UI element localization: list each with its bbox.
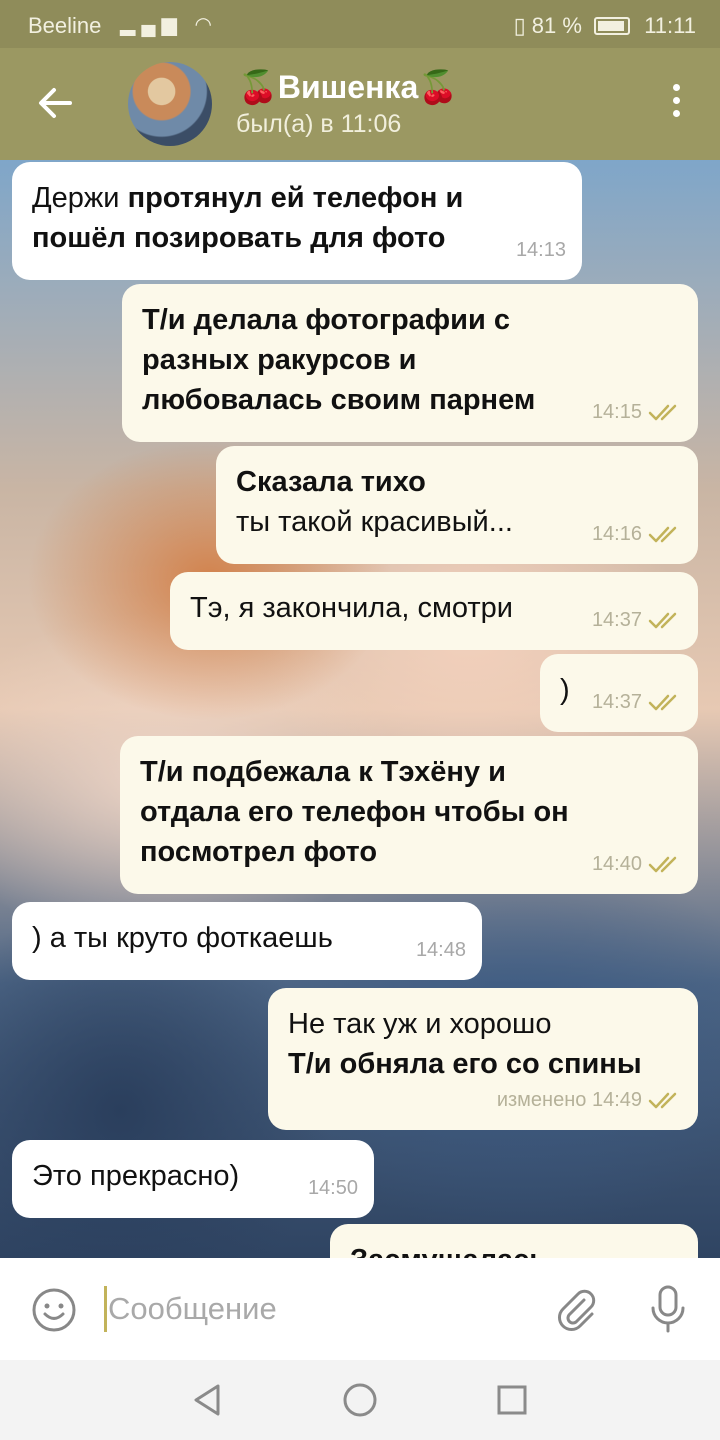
message-text-segment: Не так уж и хорошо [288, 1008, 552, 1040]
outgoing-message[interactable]: Т/и делала фотографии с разных ракурсов … [122, 284, 698, 442]
double-check-icon [642, 691, 682, 713]
status-icons: ▂▄▆ ◠ [120, 12, 218, 37]
avatar[interactable] [128, 62, 212, 146]
message-composer [0, 1258, 720, 1360]
nav-recents-icon[interactable] [496, 1382, 528, 1418]
incoming-message[interactable]: ) а ты круто фоткаешь 14:48 [12, 902, 482, 980]
message-timestamp: 14:13 [516, 230, 566, 270]
double-check-icon [642, 523, 682, 545]
wifi-icon: ◠ [194, 14, 218, 36]
outgoing-message[interactable]: Сказала тихо ты такой красивый... 14:16 [216, 446, 698, 564]
message-time: 14:40 [591, 853, 642, 875]
double-check-icon [642, 1089, 682, 1111]
outgoing-message[interactable]: Тэ, я закончила, смотри 14:37 [170, 572, 698, 650]
status-bar: Beeline ▂▄▆ ◠ ▯ 81 % 11:11 [0, 0, 720, 48]
message-timestamp: 14:15 [592, 392, 682, 432]
message-time: 14:50 [307, 1177, 358, 1199]
message-timestamp: 14:37 [592, 682, 682, 722]
message-text-segment: ) [560, 674, 570, 706]
message-text: Держи протянул ей телефон и пошёл позиро… [32, 178, 562, 258]
message-time: 14:37 [591, 609, 642, 631]
back-arrow-icon[interactable] [30, 78, 80, 128]
message-text-segment: Засмущалась [350, 1244, 547, 1258]
clock: 11:11 [644, 13, 696, 38]
text-cursor [104, 1286, 107, 1332]
nav-back-icon[interactable] [190, 1382, 226, 1418]
message-text-segment: Сказала тихо [236, 466, 426, 498]
message-timestamp: 14:37 [592, 600, 682, 640]
emoji-icon[interactable] [30, 1286, 78, 1334]
chat-area[interactable]: Держи протянул ей телефон и пошёл позиро… [0, 160, 720, 1258]
battery-percent: 81 % [531, 13, 582, 38]
outgoing-message[interactable]: Не так уж и хорошо Т/и обняла его со спин… [268, 988, 698, 1130]
battery-icon [594, 17, 631, 35]
message-text-segment: Это прекрасно) [32, 1160, 240, 1192]
outgoing-message[interactable]: ) 14:37 [540, 654, 698, 732]
chat-title[interactable]: 🍒Вишенка🍒 [238, 68, 458, 106]
message-time: изменено 14:49 [496, 1089, 642, 1111]
message-timestamp: 14:40 [592, 844, 682, 884]
paperclip-icon[interactable] [554, 1286, 600, 1332]
message-time: 14:37 [591, 691, 642, 713]
message-timestamp: изменено 14:49 [497, 1080, 682, 1120]
double-check-icon [642, 609, 682, 631]
nav-home-icon[interactable] [342, 1382, 378, 1418]
message-text: Не так уж и хорошо Т/и обняла его со спин… [288, 1004, 678, 1084]
microphone-icon[interactable] [646, 1284, 690, 1334]
double-check-icon [642, 853, 682, 875]
message-time: 14:16 [591, 523, 642, 545]
incoming-message[interactable]: Это прекрасно) 14:50 [12, 1140, 374, 1218]
message-time: 14:15 [591, 401, 642, 423]
outgoing-message[interactable]: Т/и подбежала к Тэхёну и отдала его теле… [120, 736, 698, 894]
message-input[interactable] [108, 1284, 528, 1334]
message-text-segment: Держи [32, 182, 128, 214]
incoming-message[interactable]: Держи протянул ей телефон и пошёл позиро… [12, 162, 582, 280]
outgoing-message[interactable]: Засмущалась [330, 1224, 698, 1258]
carrier-name: Beeline [28, 13, 102, 38]
message-text-segment: Т/и обняла его со спины [288, 1048, 642, 1080]
double-check-icon [642, 401, 682, 423]
message-text-segment: Т/и делала фотографии с разных ракурсов … [142, 304, 536, 416]
signal-icon: ▂▄▆ [120, 14, 183, 36]
message-text-segment: Тэ, я закончила, смотри [190, 592, 513, 624]
system-navigation-bar [0, 1360, 720, 1440]
more-menu-icon[interactable] [666, 84, 686, 124]
message-text-segment: ) а ты круто фоткаешь [32, 922, 333, 954]
message-text: Это прекрасно) [32, 1156, 354, 1196]
vibrate-icon: ▯ [513, 13, 526, 38]
message-timestamp: 14:48 [416, 930, 466, 970]
status-right: ▯ 81 % 11:11 [514, 13, 696, 39]
message-text-segment: ты такой красивый... [236, 506, 513, 538]
message-time: 14:13 [515, 239, 566, 261]
message-time: 14:48 [415, 939, 466, 961]
message-text: ) а ты круто фоткаешь [32, 918, 462, 958]
message-text-segment: Т/и подбежала к Тэхёну и отдала его теле… [140, 756, 569, 868]
message-timestamp: 14:16 [592, 514, 682, 554]
message-timestamp: 14:50 [308, 1168, 358, 1208]
last-seen-status: был(а) в 11:06 [236, 110, 402, 138]
chat-header: 🍒Вишенка🍒 был(а) в 11:06 [0, 48, 720, 160]
message-text: Засмущалась [350, 1240, 678, 1258]
